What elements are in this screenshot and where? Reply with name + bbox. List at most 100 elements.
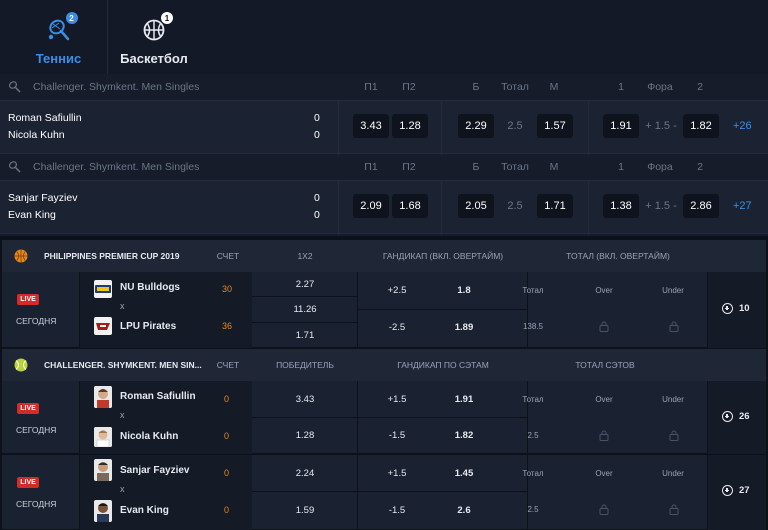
basketball-icon: 1 [142,12,173,42]
more-markets-button[interactable]: 10 [722,303,750,314]
player-2-score: 0 [314,129,320,141]
event-row[interactable]: LIVE СЕГОДНЯ NU Bulldogs x LPU Pirates 3… [2,272,766,348]
event-date: СЕГОДНЯ [16,316,57,326]
odd-p2-button[interactable]: 1.68 [392,194,428,218]
event-row[interactable]: LIVE СЕГОДНЯ Roman Safiullin x Nicola Ku… [2,381,766,454]
league-header: CHALLENGER. SHYMKENT. MEN SIN... СЧЕТ ПО… [2,349,766,381]
column-total: ТОТАЛ (ВКЛ. ОВЕРТАЙМ) [566,251,670,261]
total-value: 2.5 [527,431,539,440]
match-row[interactable]: Sanjar Fayziev Evan King 0 0 2.09 1.68 2… [0,180,768,235]
player-2-name: Nicola Kuhn [8,129,65,141]
betting-page: 2 Теннис 1 Баскетбол Challenger. Shymken… [0,0,768,530]
handicap-2-line: -1.5 [388,505,406,516]
team-1-logo [94,280,112,298]
handicap-1-odd: 1.8 [457,285,471,296]
event-time-cell [2,272,80,348]
divider [588,181,589,235]
player-2-score: 0 [314,209,320,221]
team-2-name: LPU Pirates [120,321,177,332]
odd-h2-button[interactable]: 1.82 [683,114,719,138]
odd-p1-button[interactable]: 3.43 [353,114,389,138]
total-label: Тотал [522,286,544,295]
odd-h1-button[interactable]: 1.38 [603,194,639,218]
live-badge: LIVE [17,294,39,305]
total-value: 2.5 [527,505,539,514]
odd-h2-button[interactable]: 2.86 [683,194,719,218]
handicap-2-odd: 2.6 [457,505,471,516]
league-name: CHALLENGER. SHYMKENT. MEN SIN... [44,360,202,370]
tab-tennis-label: Теннис [35,51,82,66]
tennis-ball-icon [14,358,28,372]
team-1-name: NU Bulldogs [120,282,180,293]
league-name: PHILIPPINES PREMIER CUP 2019 [44,251,180,261]
lock-icon [669,428,679,441]
player-1-name: Roman Safiullin [8,112,82,124]
tab-tennis[interactable]: 2 Теннис [10,0,108,74]
over-label: Over [595,395,613,404]
player-1-avatar [94,386,112,408]
more-markets-link[interactable]: +26 [733,120,752,132]
tab-basketball[interactable]: 1 Баскетбол [108,0,200,74]
under-label: Under [662,395,684,404]
under-label: Under [662,469,684,478]
total-cell [528,381,708,454]
odd-under-button[interactable]: 1.57 [537,114,573,138]
event-row[interactable]: LIVE СЕГОДНЯ Sanjar Fayziev x Evan King … [2,455,766,530]
odd-h1-button[interactable]: 1.91 [603,114,639,138]
odd-under-button[interactable]: 1.71 [537,194,573,218]
total-label: Тотал [522,395,544,404]
player-2-score: 0 [224,505,230,515]
column-score: СЧЕТ [216,251,240,261]
event-date: СЕГОДНЯ [16,499,57,509]
lock-icon [669,502,679,515]
over-label: Over [595,469,613,478]
markets-count: 26 [739,411,750,422]
event-time-cell [2,455,80,530]
handicap-2-line: -1.5 [388,430,406,441]
handicap-2-odd: 1.89 [454,322,474,333]
more-markets-button[interactable]: 27 [722,485,750,496]
divider [338,101,339,155]
header-handicap: Фора [647,161,673,173]
tennis-icon: 2 [47,12,78,42]
winner-2-odd: 1.28 [295,430,315,441]
winner-2-odd: 1.59 [295,505,315,516]
odd-over-button[interactable]: 2.29 [458,114,494,138]
total-line: 2.5 [507,120,523,132]
header-h1: 1 [618,81,624,93]
versus-mark: x [120,301,125,311]
handicap-2-odd: 1.82 [454,430,474,441]
basketball-icon [14,249,28,263]
under-label: Under [662,286,684,295]
odd-over-button[interactable]: 2.05 [458,194,494,218]
plus-circle-icon [722,411,733,422]
lock-icon [669,319,679,332]
odd-p1-button[interactable]: 2.09 [353,194,389,218]
more-markets-link[interactable]: +27 [733,200,752,212]
divider [338,181,339,235]
odd-p2-button[interactable]: 1.28 [392,114,428,138]
tennis-icon [8,160,21,173]
live-badge: LIVE [17,403,39,414]
match-row[interactable]: Roman Safiullin Nicola Kuhn 0 0 3.43 1.2… [0,100,768,155]
player-2-score: 0 [224,431,230,441]
handicap-line: + 1.5 - [645,200,677,212]
header-p1: П1 [364,161,378,173]
header-over: Б [472,81,480,93]
player-1-name: Sanjar Fayziev [120,465,190,476]
player-1-score: 0 [224,468,230,478]
odd-2-value: 1.71 [295,330,315,341]
basketball-count-badge: 1 [161,12,173,24]
tennis-count-badge: 2 [65,12,78,24]
total-value: 138.5 [522,322,544,331]
handicap-1-line: +1.5 [387,394,407,405]
handicap-line: + 1.5 - [645,120,677,132]
header-p2: П2 [402,161,416,173]
player-2-avatar [94,427,112,447]
sports-tabs: 2 Теннис 1 Баскетбол [0,0,768,74]
prematch-section: 2 Теннис 1 Баскетбол Challenger. Shymken… [0,0,768,236]
header-h2: 2 [697,161,703,173]
more-markets-button[interactable]: 26 [722,411,750,422]
column-winner: ПОБЕДИТЕЛЬ [276,360,334,370]
handicap-1-line: +2.5 [387,285,407,296]
